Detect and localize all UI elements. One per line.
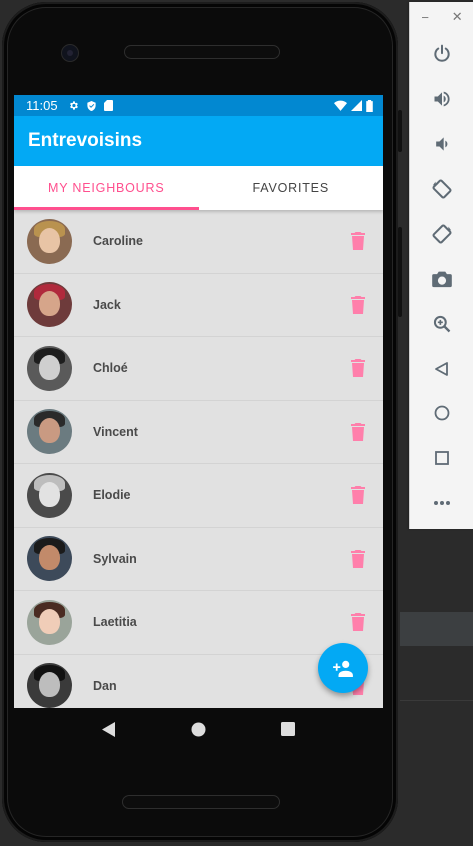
settings-icon [68,100,79,111]
nav-overview-icon[interactable] [276,717,300,741]
neighbour-name: Caroline [93,234,144,249]
close-button[interactable]: ✕ [452,9,463,25]
delete-icon[interactable] [347,611,369,633]
avatar [27,663,72,708]
app-bar: Entrevoisins [14,116,383,166]
avatar [27,409,72,455]
status-time: 11:05 [26,98,58,113]
home-icon[interactable] [410,398,473,428]
front-camera [61,44,79,62]
list-item[interactable]: Elodie [14,464,383,528]
zoom-icon[interactable] [410,309,473,339]
avatar [27,536,72,582]
list-item[interactable]: Vincent [14,401,383,464]
neighbour-name: Dan [93,678,117,693]
emulator-toolbar: − ✕ [409,2,473,529]
neighbour-name: Sylvain [93,551,137,566]
delete-icon[interactable] [347,548,369,570]
minimize-button[interactable]: − [421,10,429,25]
list-item[interactable]: Caroline [14,210,383,274]
volume-up-icon[interactable] [410,84,473,114]
avatar [27,345,72,391]
neighbour-name: Jack [93,297,121,312]
bottom-speaker [122,795,280,809]
neighbour-list: Caroline Jack Chloé Vincent Elodie Sylva… [14,210,383,708]
sd-card-icon [103,100,113,111]
wifi-icon [334,100,347,111]
back-icon[interactable] [410,354,473,384]
list-item[interactable]: Laetitia [14,591,383,655]
add-neighbour-button[interactable] [318,643,368,693]
rotate-right-icon[interactable] [410,219,473,249]
delete-icon[interactable] [347,357,369,379]
ide-divider [400,700,473,701]
neighbour-name: Chloé [93,361,128,376]
avatar [27,472,72,518]
delete-icon[interactable] [347,421,369,443]
signal-icon [351,100,362,111]
power-icon[interactable] [410,39,473,69]
rotate-left-icon[interactable] [410,174,473,204]
camera-icon[interactable] [410,264,473,294]
status-right [334,99,373,112]
battery-icon [366,99,373,112]
nav-home-icon[interactable] [186,717,210,741]
tab-label: FAVORITES [252,181,329,195]
neighbour-name: Vincent [93,424,138,439]
delete-icon[interactable] [347,294,369,316]
list-item[interactable]: Chloé [14,337,383,401]
overview-icon[interactable] [410,443,473,473]
nav-back-icon[interactable] [97,717,121,741]
avatar [27,282,72,328]
avatar [27,218,72,264]
delete-icon[interactable] [347,230,369,252]
status-bar: 11:05 [14,95,383,116]
list-item[interactable]: Jack [14,274,383,337]
add-person-icon [333,660,353,677]
tab-favorites[interactable]: FAVORITES [199,166,384,210]
neighbour-name: Elodie [93,488,131,503]
app-screen: 11:05 Entrevoisins MY NEIGHBOURS FAVORIT… [14,95,383,708]
volume-down-icon[interactable] [410,129,473,159]
list-item[interactable]: Sylvain [14,528,383,591]
tab-label: MY NEIGHBOURS [48,181,165,195]
tab-my-neighbours[interactable]: MY NEIGHBOURS [14,166,199,210]
more-icon[interactable] [410,488,473,518]
emulator-titlebar: − ✕ [410,2,473,32]
power-side-button [398,110,402,152]
system-nav-bar [14,708,383,750]
tab-bar: MY NEIGHBOURS FAVORITES [14,166,383,210]
ide-panel-strip [400,612,473,646]
earpiece-speaker [124,45,280,59]
delete-icon[interactable] [347,484,369,506]
app-title: Entrevoisins [28,130,143,151]
neighbour-name: Laetitia [93,615,137,630]
avatar [27,599,72,645]
play-protect-icon [86,100,97,112]
volume-side-button [398,227,402,317]
